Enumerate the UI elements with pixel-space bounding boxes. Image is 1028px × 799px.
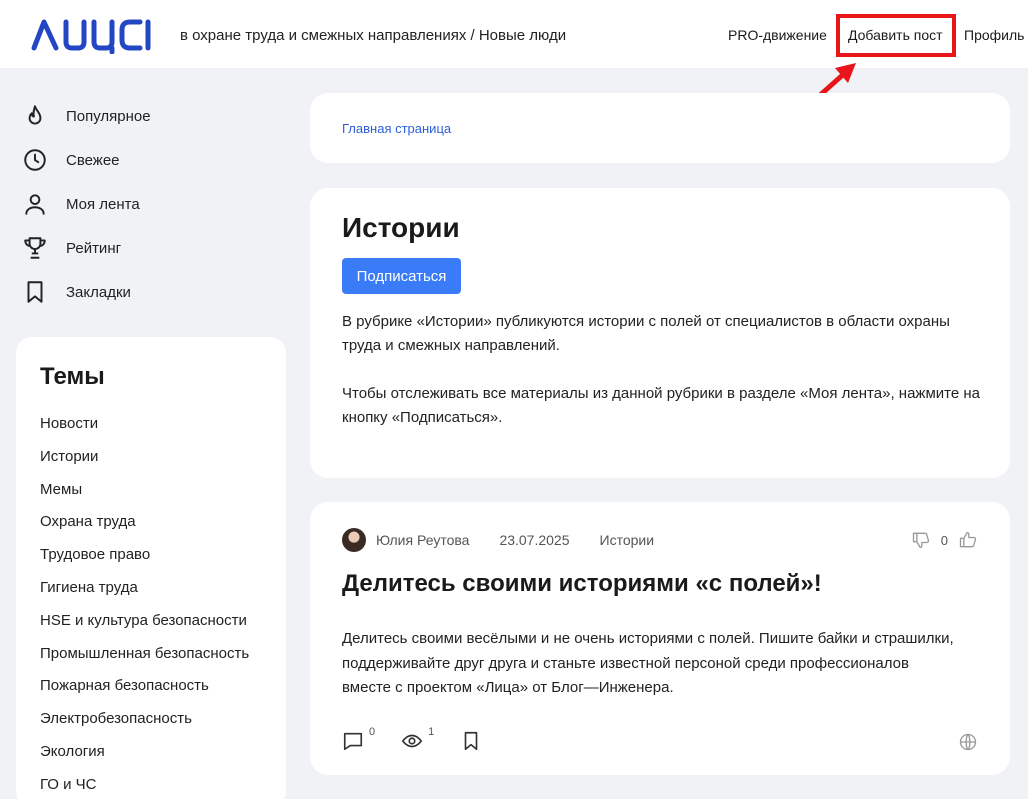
highlight-annotation-box (836, 14, 956, 57)
menu-item-fresh[interactable]: Свежее (22, 145, 120, 175)
topic-link[interactable]: Охрана труда (40, 513, 249, 546)
menu-item-rating[interactable]: Рейтинг (22, 233, 121, 263)
author-avatar[interactable] (342, 528, 366, 552)
thumbs-down-icon[interactable] (911, 530, 931, 550)
clock-icon (24, 149, 46, 171)
post-excerpt: Делитесь своими весёлыми и не очень исто… (342, 630, 954, 696)
profile-link[interactable]: Профиль (964, 27, 1024, 43)
trophy-icon (24, 237, 46, 259)
globe-icon[interactable] (958, 732, 978, 752)
comments-count: 0 (369, 726, 376, 738)
bookmark-icon (464, 731, 478, 751)
thumbs-up-icon[interactable] (958, 530, 978, 550)
topic-link[interactable]: Экология (40, 743, 249, 776)
site-logo[interactable] (30, 14, 160, 54)
post-rubric-link[interactable]: Истории (600, 532, 655, 548)
post-date: 23.07.2025 (499, 532, 570, 548)
fire-icon (28, 105, 42, 125)
bookmark-icon (27, 281, 43, 303)
rubric-description-text: Чтобы отслеживать все материалы из данно… (342, 385, 980, 426)
page-title: Истории (342, 212, 460, 243)
topics-title: Темы (40, 363, 105, 390)
post-author[interactable]: Юлия Реутова (376, 532, 469, 548)
site-header: в охране труда и смежных направлениях / … (0, 0, 1028, 68)
post-card: Юлия Реутова 23.07.2025 Истории 0 Делите… (310, 502, 1010, 775)
topics-list: Новости Истории Мемы Охрана труда Трудов… (40, 415, 249, 799)
post-title[interactable]: Делитесь своими историями «с полей»! (342, 570, 822, 598)
topic-link[interactable]: Пожарная безопасность (40, 677, 249, 710)
topic-link[interactable]: Мемы (40, 481, 249, 514)
topic-link[interactable]: ГО и ЧС (40, 776, 249, 799)
nav-pro-movement[interactable]: PRO-движение (728, 27, 827, 43)
rubric-card: Истории Подписаться В рубрике «Истории» … (310, 188, 1010, 478)
comments-button[interactable]: 0 (342, 726, 375, 752)
eye-icon (401, 734, 423, 748)
topic-link[interactable]: Новости (40, 415, 249, 448)
topic-link[interactable]: Электробезопасность (40, 710, 249, 743)
views-count: 1 (428, 726, 435, 738)
views-counter: 1 (401, 726, 434, 752)
breadcrumb-card: Главная страница (310, 93, 1010, 163)
menu-item-my-feed[interactable]: Моя лента (22, 189, 140, 219)
menu-item-popular[interactable]: Популярное (22, 101, 151, 131)
user-icon (25, 194, 45, 215)
topic-link[interactable]: Промышленная безопасность (40, 645, 249, 678)
bookmark-button[interactable] (460, 730, 482, 752)
topic-link[interactable]: HSE и культура безопасности (40, 612, 249, 645)
rubric-description: В рубрике «Истории» публикуются истории … (342, 310, 982, 430)
topic-link[interactable]: Гигиена труда (40, 579, 249, 612)
subscribe-button[interactable]: Подписаться (342, 258, 461, 294)
menu-item-bookmarks[interactable]: Закладки (22, 277, 131, 307)
breadcrumb-home-link[interactable]: Главная страница (342, 121, 451, 136)
topic-link[interactable]: Истории (40, 448, 249, 481)
post-meta: Юлия Реутова 23.07.2025 Истории (342, 528, 654, 552)
rubric-description-text: В рубрике «Истории» публикуются истории … (342, 313, 950, 354)
post-actions: 0 1 (342, 726, 508, 752)
topics-panel: Темы Новости Истории Мемы Охрана труда Т… (16, 337, 286, 799)
site-tagline: в охране труда и смежных направлениях / … (180, 27, 567, 44)
vote-count: 0 (940, 532, 948, 548)
post-votes: 0 (911, 530, 978, 550)
topic-link[interactable]: Трудовое право (40, 546, 249, 579)
comment-icon (343, 732, 363, 751)
